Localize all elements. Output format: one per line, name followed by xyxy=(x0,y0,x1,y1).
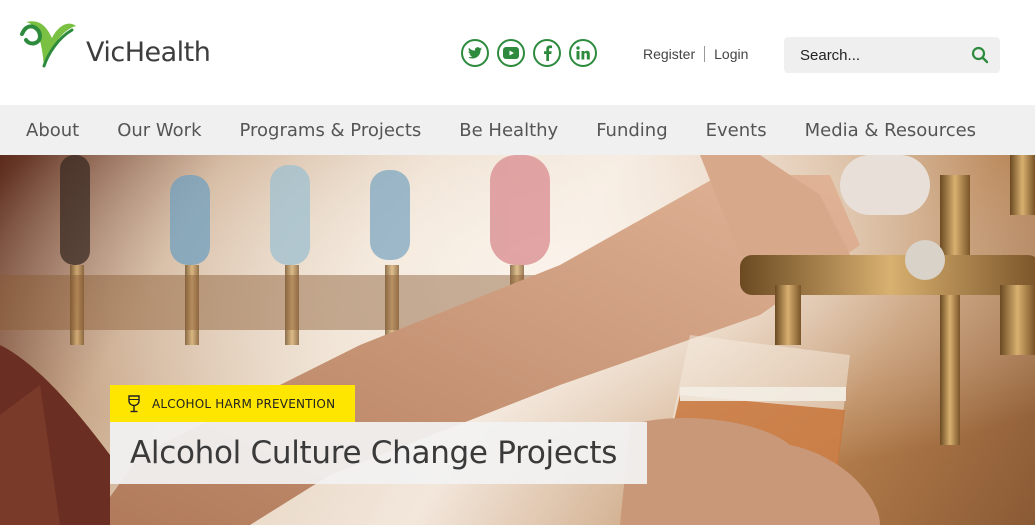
linkedin-icon[interactable] xyxy=(569,39,597,67)
auth-divider xyxy=(704,46,706,62)
category-label: ALCOHOL HARM PREVENTION xyxy=(152,396,336,411)
site-header: VicHealth Register Login xyxy=(0,0,1035,105)
facebook-icon[interactable] xyxy=(533,39,561,67)
page-title: Alcohol Culture Change Projects xyxy=(130,435,618,471)
vichealth-logo[interactable]: VicHealth xyxy=(18,14,211,76)
search-box xyxy=(784,37,1000,73)
search-icon[interactable] xyxy=(971,46,989,64)
nav-item-funding[interactable]: Funding xyxy=(596,120,667,141)
main-navigation: About Our Work Programs & Projects Be He… xyxy=(0,105,1035,155)
auth-links: Register Login xyxy=(643,46,748,62)
nav-item-about[interactable]: About xyxy=(26,120,79,141)
nav-item-media-resources[interactable]: Media & Resources xyxy=(805,120,976,141)
nav-item-our-work[interactable]: Our Work xyxy=(117,120,201,141)
register-link[interactable]: Register xyxy=(643,46,695,62)
search-input[interactable] xyxy=(798,45,962,65)
nav-item-be-healthy[interactable]: Be Healthy xyxy=(459,120,558,141)
category-tag[interactable]: ALCOHOL HARM PREVENTION xyxy=(110,385,356,422)
nav-item-programs-projects[interactable]: Programs & Projects xyxy=(240,120,422,141)
brand-name: VicHealth xyxy=(86,36,211,68)
nav-item-events[interactable]: Events xyxy=(706,120,767,141)
login-link[interactable]: Login xyxy=(714,46,748,62)
vichealth-heart-logo-icon xyxy=(20,21,76,68)
social-links xyxy=(461,39,597,67)
twitter-icon[interactable] xyxy=(461,39,489,67)
wine-glass-icon xyxy=(128,394,140,412)
youtube-icon[interactable] xyxy=(497,39,525,67)
page-title-box: Alcohol Culture Change Projects xyxy=(110,422,648,484)
